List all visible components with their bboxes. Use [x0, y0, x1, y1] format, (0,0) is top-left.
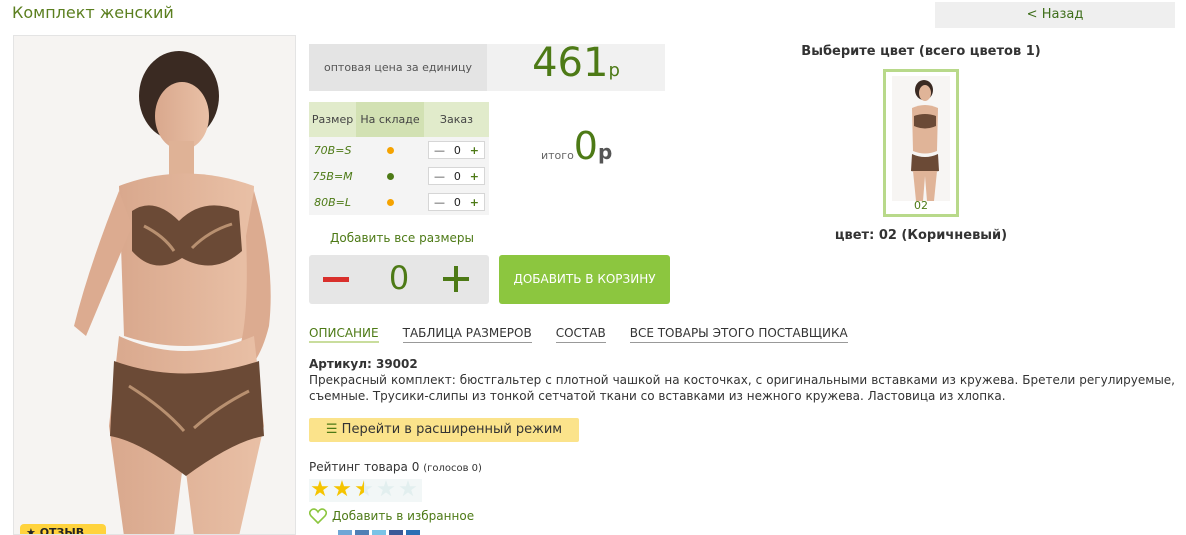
table-row: 80B=L — 0 + [309, 189, 489, 215]
color-swatch[interactable]: 02 [883, 69, 959, 217]
share-icon[interactable] [338, 530, 352, 535]
article-number: Артикул: 39002 [309, 357, 418, 371]
increase-button[interactable]: + [470, 170, 479, 183]
table-row: 70B=S — 0 + [309, 137, 489, 163]
tab-composition[interactable]: СОСТАВ [555, 326, 606, 343]
add-all-sizes-link[interactable]: Добавить все размеры [330, 231, 474, 245]
swatch-label: 02 [914, 199, 928, 212]
col-header-order: Заказ [423, 102, 489, 137]
tab-size-chart[interactable]: ТАБЛИЦА РАЗМЕРОВ [402, 326, 532, 343]
product-title: Комплект женский [12, 3, 174, 22]
extended-mode-label: Перейти в расширенный режим [341, 422, 563, 437]
rating-votes: (голосов 0) [423, 463, 482, 474]
stock-dot-icon [386, 198, 394, 206]
extended-mode-button[interactable]: ☰ Перейти в расширенный режим [309, 418, 579, 442]
minus-icon[interactable] [323, 277, 349, 282]
swatch-thumbnail [892, 76, 950, 201]
star-icon[interactable]: ★ [375, 479, 397, 501]
decrease-button[interactable]: — [434, 144, 445, 157]
model-photo-image [14, 36, 295, 534]
product-photo[interactable]: ★ ОТЗЫВ [13, 35, 296, 535]
color-heading: Выберите цвет (всего цветов 1) [801, 44, 1041, 59]
description-tabs: ОПИСАНИЕ ТАБЛИЦА РАЗМЕРОВ СОСТАВ ВСЕ ТОВ… [309, 326, 848, 343]
price-number: 461 [532, 40, 609, 86]
stock-cell [356, 137, 424, 163]
sizes-table: Размер На складе Заказ 70B=S — 0 + 75B=M —… [309, 102, 489, 215]
share-icon[interactable] [372, 530, 386, 535]
size-cell: 80B=L [309, 189, 357, 215]
quantity-value[interactable]: 0 [379, 259, 419, 297]
heart-icon [309, 508, 327, 524]
col-header-stock: На складе [356, 102, 424, 137]
tab-supplier-products[interactable]: ВСЕ ТОВАРЫ ЭТОГО ПОСТАВЩИКА [629, 326, 848, 343]
star-icon[interactable]: ★ [353, 479, 375, 501]
stepper-value[interactable]: 0 [454, 170, 461, 183]
total-currency: р [597, 140, 613, 164]
decrease-button[interactable]: — [434, 196, 445, 209]
order-cell: — 0 + [423, 189, 489, 215]
star-icon[interactable]: ★ [397, 479, 419, 501]
product-rating: Рейтинг товара 0 (голосов 0) [309, 460, 482, 474]
increase-button[interactable]: + [470, 196, 479, 209]
add-to-cart-button[interactable]: ДОБАВИТЬ В КОРЗИНУ [499, 255, 670, 304]
stepper-value[interactable]: 0 [454, 196, 461, 209]
increase-button[interactable]: + [470, 144, 479, 157]
size-stepper: — 0 + [427, 167, 485, 185]
size-stepper: — 0 + [427, 193, 485, 211]
selected-color: цвет: 02 (Коричневый) [834, 228, 1008, 243]
table-row: 75B=M — 0 + [309, 163, 489, 189]
total-label: итого [541, 149, 574, 162]
share-icon[interactable] [406, 530, 420, 535]
order-total: итого0р [541, 124, 612, 168]
star-icon[interactable]: ★ [309, 479, 331, 501]
plus-icon[interactable] [443, 266, 469, 292]
col-header-size: Размер [309, 102, 357, 137]
decrease-button[interactable]: — [434, 170, 445, 183]
stepper-value[interactable]: 0 [454, 144, 461, 157]
rating-label: Рейтинг товара 0 [309, 460, 420, 474]
price-box: оптовая цена за единицу 461р [309, 40, 665, 91]
size-cell: 70B=S [309, 137, 357, 163]
stock-cell [356, 163, 424, 189]
price-value: 461р [487, 40, 665, 86]
order-cell: — 0 + [423, 137, 489, 163]
share-icon[interactable] [355, 530, 369, 535]
tab-description[interactable]: ОПИСАНИЕ [309, 326, 379, 343]
size-cell: 75B=M [309, 163, 357, 189]
add-to-favorites-link[interactable]: Добавить в избранное [309, 508, 474, 524]
favorites-label: Добавить в избранное [332, 509, 475, 523]
star-icon[interactable]: ★ [331, 479, 353, 501]
size-stepper: — 0 + [427, 141, 485, 159]
list-icon: ☰ [325, 422, 338, 437]
rating-stars: ★ ★ ★ ★ ★ [309, 479, 422, 502]
quantity-stepper: 0 [309, 255, 489, 304]
stock-cell [356, 189, 424, 215]
product-description: Прекрасный комплект: бюстгальтер с плотн… [309, 373, 1175, 403]
back-button[interactable]: < Назад [935, 2, 1175, 28]
stock-dot-icon [386, 146, 394, 154]
share-buttons [338, 530, 420, 535]
price-label: оптовая цена за единицу [309, 44, 487, 91]
share-icon[interactable] [389, 530, 403, 535]
total-value: 0 [573, 124, 598, 168]
stock-dot-icon [386, 172, 394, 180]
order-cell: — 0 + [423, 163, 489, 189]
price-currency: р [608, 60, 620, 81]
review-badge[interactable]: ★ ОТЗЫВ [20, 524, 106, 534]
